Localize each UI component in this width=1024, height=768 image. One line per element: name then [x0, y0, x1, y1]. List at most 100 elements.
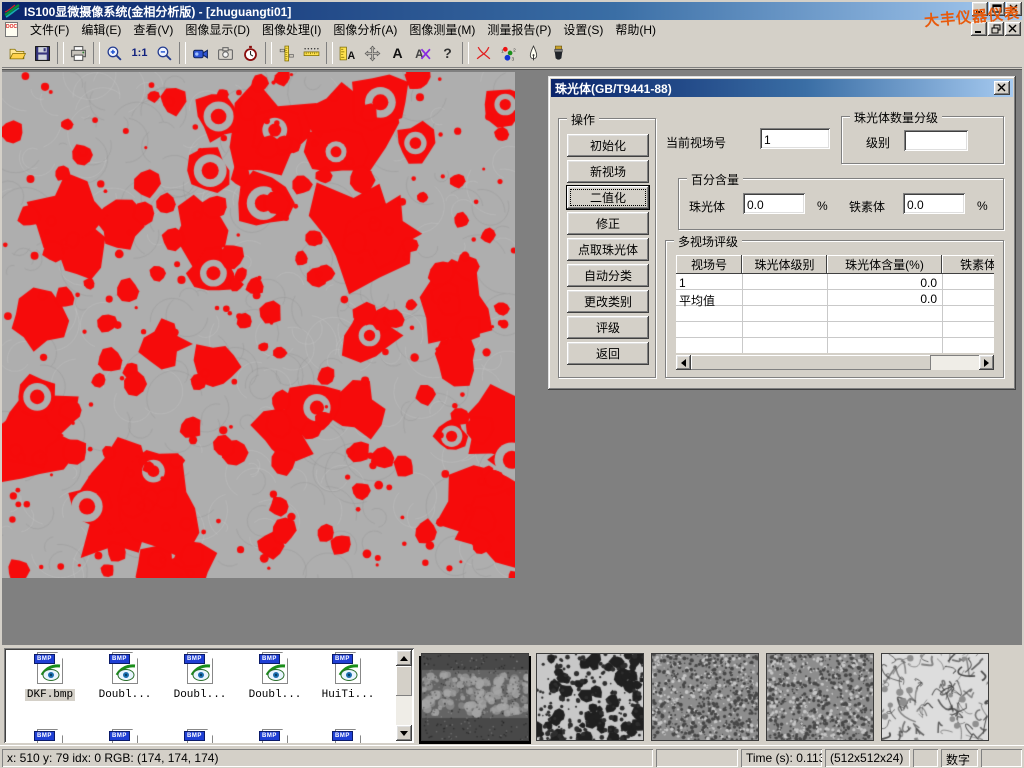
- window-title: IS100显微摄像系统(金相分析版) - [zhuguangti01]: [24, 3, 291, 20]
- camera-icon: [217, 45, 234, 62]
- change-class-button[interactable]: 更改类别: [567, 290, 649, 313]
- scroll-left-button[interactable]: [676, 355, 691, 370]
- file-item[interactable]: BMP Doubl...: [164, 652, 236, 701]
- file-name[interactable]: Doubl...: [247, 689, 304, 701]
- file-name-selected[interactable]: DKF.bmp: [25, 689, 75, 701]
- table-row-field[interactable]: 1: [679, 276, 686, 290]
- col-header-field[interactable]: 视场号: [676, 255, 742, 274]
- binarize-button[interactable]: 二值化: [567, 186, 649, 209]
- ruler-measure-button[interactable]: [299, 41, 324, 65]
- file-name[interactable]: Doubl...: [97, 689, 154, 701]
- file-item[interactable]: BMP: [312, 729, 384, 743]
- toolbar-separator: [265, 42, 272, 64]
- menu-edit[interactable]: 编辑(E): [75, 19, 127, 40]
- ferrite-percent-input[interactable]: [903, 193, 965, 214]
- scroll-down-button[interactable]: [396, 725, 412, 741]
- actual-size-button[interactable]: 1:1: [127, 41, 152, 65]
- bmp-file-icon: BMP: [332, 652, 364, 686]
- mdi-close-button[interactable]: [1005, 22, 1021, 36]
- current-view-label: 当前视场号: [666, 134, 726, 151]
- dialog-title-bar[interactable]: 珠光体(GB/T9441-88): [551, 79, 1013, 97]
- table-row-value[interactable]: 0.0: [827, 292, 937, 306]
- snapshot-button[interactable]: [213, 41, 238, 65]
- thumbnail-4[interactable]: [766, 653, 874, 741]
- document-icon[interactable]: DOC: [5, 22, 18, 37]
- file-name[interactable]: Doubl...: [172, 689, 229, 701]
- menu-image-display[interactable]: 图像显示(D): [179, 19, 256, 40]
- timer-button[interactable]: [238, 41, 263, 65]
- toolbar-separator: [57, 42, 64, 64]
- file-item[interactable]: BMP Doubl...: [239, 652, 311, 701]
- file-item[interactable]: BMP: [14, 729, 86, 743]
- scroll-right-button[interactable]: [979, 355, 994, 370]
- text-tool-button[interactable]: A: [385, 41, 410, 65]
- grade-input[interactable]: [904, 130, 968, 151]
- table-horizontal-scrollbar[interactable]: [676, 355, 994, 370]
- classify-points-button[interactable]: 123: [496, 41, 521, 65]
- scroll-thumb[interactable]: [396, 666, 412, 696]
- stopwatch-icon: [242, 45, 259, 62]
- red-curve-icon: [475, 45, 492, 62]
- pearlite-percent-input[interactable]: [743, 193, 805, 214]
- save-floppy-icon: [34, 45, 51, 62]
- percent-group: 百分含量 珠光体 % 铁素体 %: [678, 178, 1004, 230]
- menu-image-processing[interactable]: 图像处理(I): [256, 19, 327, 40]
- file-item[interactable]: BMP DKF.bmp: [14, 652, 86, 701]
- delete-text-button[interactable]: A: [410, 41, 435, 65]
- auto-classify-button[interactable]: 自动分类: [567, 264, 649, 287]
- title-bar[interactable]: IS100显微摄像系统(金相分析版) - [zhuguangti01]: [2, 2, 1022, 20]
- dialog-close-button[interactable]: [994, 81, 1010, 95]
- pen-tool-button[interactable]: [521, 41, 546, 65]
- zoom-out-button[interactable]: [152, 41, 177, 65]
- table-row-field[interactable]: 平均值: [679, 292, 715, 309]
- open-file-button[interactable]: [5, 41, 30, 65]
- new-field-button[interactable]: 新视场: [567, 160, 649, 183]
- video-capture-button[interactable]: [188, 41, 213, 65]
- move-tool-button[interactable]: [360, 41, 385, 65]
- table-row-value[interactable]: 0.0: [827, 276, 937, 290]
- file-name[interactable]: HuiTi...: [320, 689, 377, 701]
- current-view-input[interactable]: [760, 128, 830, 149]
- brush-tool-button[interactable]: [546, 41, 571, 65]
- thumbnail-5[interactable]: [881, 653, 989, 741]
- micrograph-image[interactable]: [2, 72, 515, 578]
- percent-sign: %: [977, 199, 988, 213]
- thumbnail-1[interactable]: [421, 653, 529, 741]
- save-button[interactable]: [30, 41, 55, 65]
- col-header-grade[interactable]: 珠光体级别: [742, 255, 827, 274]
- menu-measure-report[interactable]: 测量报告(P): [481, 19, 557, 40]
- scroll-thumb[interactable]: [691, 355, 931, 370]
- menu-image-measure[interactable]: 图像测量(M): [403, 19, 481, 40]
- curve-tool-button[interactable]: [471, 41, 496, 65]
- menu-settings[interactable]: 设置(S): [557, 19, 609, 40]
- toolbar-separator: [93, 42, 100, 64]
- menu-view[interactable]: 查看(V): [127, 19, 179, 40]
- return-button[interactable]: 返回: [567, 342, 649, 365]
- col-header-ferrite[interactable]: 铁素体含量(%): [942, 255, 994, 274]
- menu-image-analysis[interactable]: 图像分析(A): [327, 19, 403, 40]
- file-item[interactable]: BMP: [164, 729, 236, 743]
- col-header-content[interactable]: 珠光体含量(%): [827, 255, 942, 274]
- thumbnail-2[interactable]: [536, 653, 644, 741]
- text-a-icon: A: [392, 45, 402, 61]
- init-button[interactable]: 初始化: [567, 134, 649, 157]
- scroll-up-button[interactable]: [396, 650, 412, 666]
- print-button[interactable]: [66, 41, 91, 65]
- menu-help[interactable]: 帮助(H): [609, 19, 662, 40]
- caliper-measure-button[interactable]: [274, 41, 299, 65]
- scale-annotation-button[interactable]: A: [335, 41, 360, 65]
- help-button[interactable]: ?: [435, 41, 460, 65]
- grade-button[interactable]: 评级: [567, 316, 649, 339]
- correct-button[interactable]: 修正: [567, 212, 649, 235]
- svg-text:2: 2: [513, 47, 516, 53]
- menu-file[interactable]: 文件(F): [24, 19, 75, 40]
- file-item[interactable]: BMP: [239, 729, 311, 743]
- file-item[interactable]: BMP HuiTi...: [312, 652, 384, 701]
- thumbnail-3[interactable]: [651, 653, 759, 741]
- file-item[interactable]: BMP: [89, 729, 161, 743]
- zoom-in-button[interactable]: [102, 41, 127, 65]
- file-item[interactable]: BMP Doubl...: [89, 652, 161, 701]
- file-list-scrollbar[interactable]: [396, 650, 412, 741]
- pick-pearlite-button[interactable]: 点取珠光体: [567, 238, 649, 261]
- app-icon: [4, 3, 20, 19]
